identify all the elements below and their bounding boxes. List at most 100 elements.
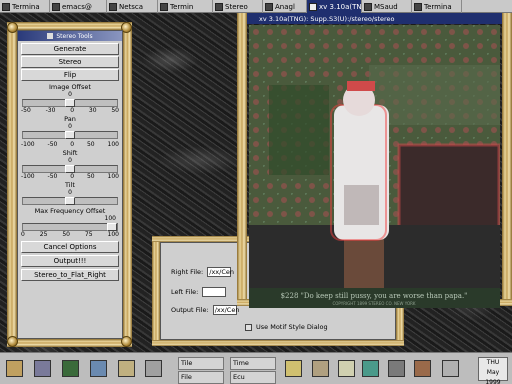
task-netscape[interactable]: Netsca — [107, 0, 158, 13]
anaglyph-icon — [265, 2, 273, 11]
slider-label: Max Frequency Offset — [34, 207, 106, 215]
slider-track[interactable] — [22, 197, 118, 205]
clock-date: May 1999 — [485, 369, 501, 384]
left-file-row: Left File: — [171, 287, 227, 297]
slider-track[interactable] — [22, 99, 118, 107]
emacs-icon — [52, 2, 60, 11]
stereo-icon — [215, 2, 223, 11]
task-xv[interactable]: xv 3.10a(TNG): Supp.S3(U) — [307, 0, 362, 13]
slider-ticks: 0 25 50 75 100 — [21, 231, 119, 238]
slider-shift: -100 -50 0 50 100 Shift 0 -100 -50 0 50 100 — [18, 141, 122, 181]
output-file-row: Output File: /xx/Cen — [171, 305, 239, 315]
calendar-icon[interactable] — [145, 360, 162, 377]
slider-ticks: -100 -50 0 50 100 — [21, 141, 119, 148]
checkbox-label: Use Motif Style Dialog — [256, 323, 328, 331]
launcher-icon[interactable] — [6, 360, 23, 377]
panel-title-bar[interactable]: Stereo Tools — [18, 31, 122, 41]
anaglyph-photo[interactable]: $228 "Do keep still pussy, you are worse… — [249, 25, 500, 308]
slider-label: Shift — [62, 149, 78, 157]
slider-thumb[interactable] — [65, 99, 75, 107]
output-button[interactable]: Output!!! — [21, 255, 119, 267]
trash-icon[interactable] — [414, 360, 431, 377]
audio-icon — [364, 2, 372, 11]
monitor-icon[interactable] — [388, 360, 405, 377]
slider-label: Image Offset — [49, 83, 91, 91]
slider-image-offset: Image Offset 0 -50 -30 0 30 50 — [18, 83, 122, 115]
field-label: Right File: — [171, 268, 204, 276]
note-icon[interactable] — [312, 360, 329, 377]
photo-copyright: COPYRIGHT 1899 STEREO CO. NEW YORK — [332, 301, 415, 306]
motif-style-checkbox[interactable] — [245, 323, 252, 331]
field-label: Output File: — [171, 306, 209, 314]
dock-cell-time[interactable]: Time — [230, 357, 276, 370]
taskbar: Termina emacs@ Netsca Termin Stereo Anag… — [0, 0, 512, 13]
slider-value: 0 — [68, 189, 72, 196]
task-msaudio[interactable]: MSaud — [362, 0, 412, 13]
generate-button[interactable]: Generate — [21, 43, 119, 55]
frame-left-column — [7, 22, 17, 347]
slider-tilt: Tilt 0 — [18, 181, 122, 205]
slider-track[interactable] — [22, 165, 118, 173]
stereo-button[interactable]: Stereo — [21, 56, 119, 68]
slider-pan: Pan 0 — [18, 115, 122, 139]
frame-right-column — [123, 22, 132, 347]
slider-thumb[interactable] — [65, 165, 75, 173]
stereo-photograph: $228 "Do keep still pussy, you are worse… — [249, 25, 500, 308]
cancel-options-button[interactable]: Cancel Options — [21, 241, 119, 253]
mail-icon[interactable] — [442, 360, 459, 377]
editor-icon[interactable] — [338, 360, 355, 377]
task-terminal-3[interactable]: Termina — [412, 0, 462, 13]
dock-cell-tile[interactable]: Tile — [178, 357, 224, 370]
slider-max-frequency-offset: Max Frequency Offset 100 0 25 50 75 100 — [18, 207, 122, 239]
file-manager-icon[interactable] — [34, 360, 51, 377]
slider-ticks: -50 -30 0 30 50 — [21, 107, 119, 114]
files-icon[interactable] — [118, 360, 135, 377]
panel-title: Stereo Tools — [56, 32, 93, 40]
task-anaglyph[interactable]: Anagl — [263, 0, 307, 13]
task-emacs[interactable]: emacs@ — [50, 0, 107, 13]
folder-icon[interactable] — [285, 360, 302, 377]
frame-left-column — [237, 13, 247, 306]
stereo-to-flat-right-button[interactable]: Stereo_to_Flat_Right — [21, 269, 119, 281]
field-label: Left File: — [171, 288, 199, 296]
terminal-icon — [414, 2, 422, 11]
slider-value: 0 — [68, 157, 72, 164]
left-file-field[interactable] — [202, 287, 227, 297]
terminal-icon — [160, 2, 168, 11]
dock: Tile Time File Ecu THU May 1999 — [0, 352, 512, 384]
clock-day: THU — [486, 359, 500, 366]
book-icon[interactable] — [62, 360, 79, 377]
photo-caption: $228 "Do keep still pussy, you are worse… — [281, 292, 468, 300]
task-stereo[interactable]: Stereo — [213, 0, 263, 13]
task-terminal-1[interactable]: Termina — [0, 0, 50, 13]
frame-bottom-beam — [152, 340, 404, 346]
dock-cell-file[interactable]: File — [178, 371, 224, 384]
slider-value: 100 — [104, 215, 116, 222]
slider-thumb[interactable] — [107, 223, 117, 231]
slider-track[interactable] — [22, 223, 118, 231]
image-window-title-bar[interactable]: xv 3.10a(TNG): Supp.S3(U):/stereo/stereo — [247, 13, 502, 24]
flip-button[interactable]: Flip — [21, 69, 119, 81]
slider-value: 0 — [68, 123, 72, 130]
slider-label: Tilt — [65, 181, 75, 189]
frame-bottom-beam — [7, 339, 132, 347]
frame-top-beam — [7, 22, 132, 30]
slider-track[interactable] — [22, 131, 118, 139]
output-file-field[interactable]: /xx/Cen — [212, 305, 239, 315]
slider-label: Pan — [64, 115, 76, 123]
xv-image-window: xv 3.10a(TNG): Supp.S3(U):/stereo/stereo — [237, 13, 512, 308]
slider-value: 0 — [68, 91, 72, 98]
right-file-row: Right File: /xx/Cen — [171, 267, 234, 277]
terminal-icon[interactable] — [362, 360, 379, 377]
frame-right-column — [502, 13, 512, 306]
right-file-field[interactable]: /xx/Cen — [207, 267, 234, 277]
search-icon[interactable] — [90, 360, 107, 377]
window-menu-icon[interactable] — [47, 33, 54, 39]
xv-icon — [309, 2, 317, 11]
clock-widget[interactable]: THU May 1999 — [478, 357, 508, 384]
dock-cell-ecu[interactable]: Ecu — [230, 371, 276, 384]
slider-thumb[interactable] — [65, 197, 75, 205]
task-terminal-2[interactable]: Termin — [158, 0, 213, 13]
image-window-title: xv 3.10a(TNG): Supp.S3(U):/stereo/stereo — [259, 14, 395, 23]
slider-thumb[interactable] — [65, 131, 75, 139]
